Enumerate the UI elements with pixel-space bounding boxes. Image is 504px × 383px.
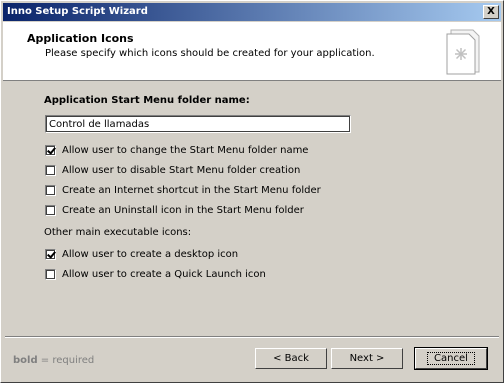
wizard-window: Inno Setup Script Wizard X Application I… (0, 0, 504, 383)
checkbox[interactable] (45, 204, 56, 216)
close-button[interactable]: X (483, 5, 499, 19)
checkbox-uninstall-icon[interactable]: Create an Uninstall icon in the Start Me… (45, 203, 304, 217)
page-title: Application Icons (27, 32, 134, 45)
checkbox-label: Create an Uninstall icon in the Start Me… (62, 204, 304, 216)
checkbox-label: Allow user to create a desktop icon (62, 248, 239, 260)
required-note-text: = required (37, 355, 95, 366)
checkbox-label: Allow user to disable Start Menu folder … (62, 164, 301, 176)
other-icons-label: Other main executable icons: (44, 227, 192, 238)
checkbox-quick-launch-icon[interactable]: Allow user to create a Quick Launch icon (45, 267, 266, 281)
wizard-document-icon (446, 29, 480, 75)
checkbox-allow-disable-folder[interactable]: Allow user to disable Start Menu folder … (45, 163, 300, 177)
required-note-bold: bold (13, 355, 38, 366)
checkbox-internet-shortcut[interactable]: Create an Internet shortcut in the Start… (45, 183, 321, 197)
back-button-label: < Back (273, 353, 309, 364)
folder-name-label: Application Start Menu folder name: (44, 95, 250, 106)
required-note: bold = required (13, 355, 94, 366)
checkbox-label: Allow user to change the Start Menu fold… (62, 144, 309, 156)
folder-name-input[interactable] (45, 115, 351, 133)
footer-divider (5, 336, 499, 338)
cancel-button[interactable]: Cancel (414, 347, 488, 370)
title-bar: Inno Setup Script Wizard X (3, 3, 501, 21)
checkbox[interactable] (45, 164, 56, 176)
checkbox-allow-change-folder[interactable]: Allow user to change the Start Menu fold… (45, 143, 308, 157)
next-button-label: Next > (349, 353, 385, 364)
next-button[interactable]: Next > (331, 348, 403, 369)
checkbox[interactable] (45, 184, 56, 196)
checkbox-label: Create an Internet shortcut in the Start… (62, 184, 321, 196)
page-subtitle: Please specify which icons should be cre… (45, 48, 375, 59)
checkbox[interactable] (45, 248, 56, 260)
wizard-header: Application Icons Please specify which i… (3, 22, 501, 81)
window-title: Inno Setup Script Wizard (7, 6, 148, 17)
checkbox-desktop-icon[interactable]: Allow user to create a desktop icon (45, 247, 238, 261)
checkbox[interactable] (45, 268, 56, 280)
checkbox-label: Allow user to create a Quick Launch icon (62, 268, 266, 280)
checkbox[interactable] (45, 144, 56, 156)
cancel-button-label: Cancel (427, 352, 475, 365)
back-button[interactable]: < Back (255, 348, 327, 369)
